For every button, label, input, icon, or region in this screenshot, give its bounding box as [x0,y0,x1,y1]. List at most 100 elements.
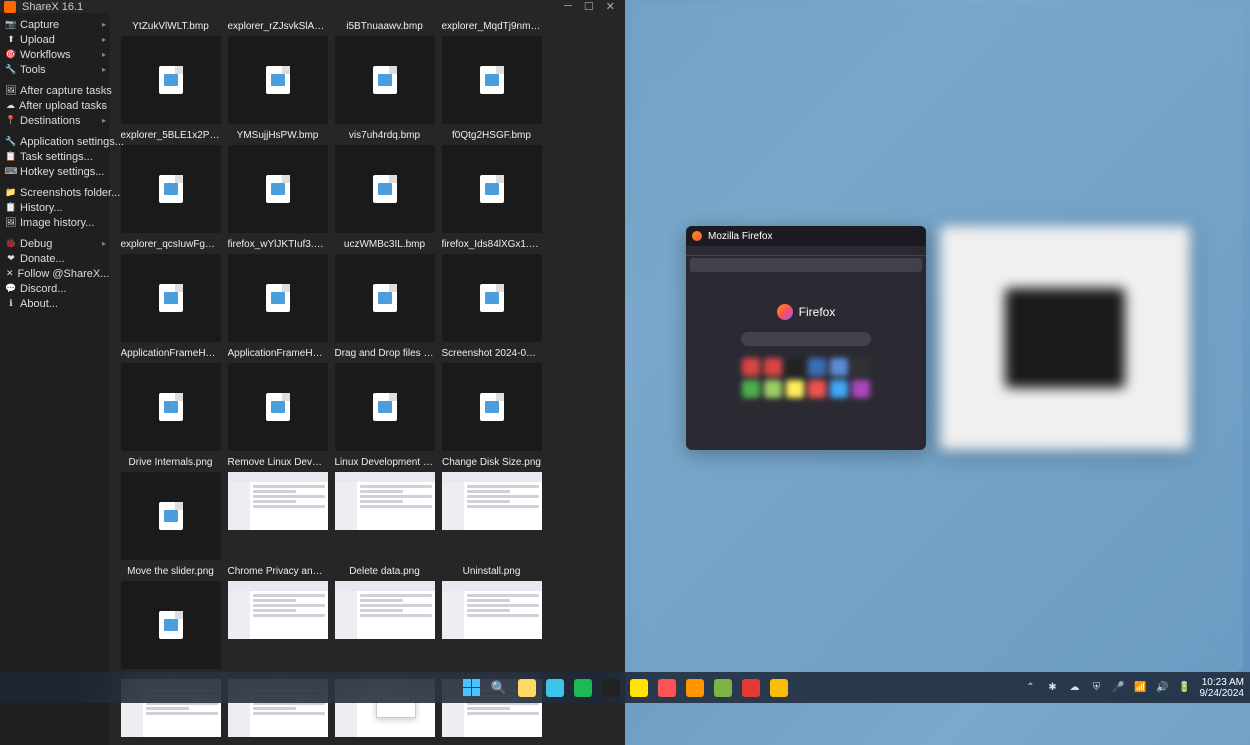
taskbar-app4-button[interactable] [712,677,734,699]
sidebar-label: After capture tasks [20,85,112,97]
file-icon [373,175,397,203]
thumbnail[interactable]: Delete data.png [332,566,437,669]
sidebar-settings-1[interactable]: 📋Task settings... [0,149,110,164]
sidebar-label: Screenshots folder... [20,187,120,199]
thumbnail[interactable]: Linux Development enviro... [332,457,437,560]
sidebar-settings-0[interactable]: 🔧Application settings... [0,134,110,149]
sidebar-icon: 📁 [6,188,16,198]
sidebar-tasks-0[interactable]: 🖼 After capture tasks▸ [0,83,110,98]
thumbnail[interactable]: vis7uh4rdq.bmp [332,130,437,233]
thumbnail-screenshot [442,581,542,639]
thumbnail[interactable]: ApplicationFrameHost_Gc... [118,348,223,451]
sidebar-label: Application settings... [20,136,124,148]
thumbnail[interactable]: explorer_qcsIuwFguR.bmp [118,239,223,342]
taskbar-app2-button[interactable] [628,677,650,699]
snap-option-firefox[interactable]: Mozilla Firefox Firefox [686,226,926,450]
thumbnail[interactable]: f0Qtg2HSGF.bmp [439,130,544,233]
thumbnail-screenshot [442,472,542,530]
thumbnail-image [442,36,542,124]
tray-volume-icon[interactable]: 🔊 [1156,681,1170,695]
taskbar-app1-button[interactable] [600,677,622,699]
taskbar-firefox-button[interactable] [684,677,706,699]
sidebar-history-1[interactable]: 📋History... [0,200,110,215]
thumbnail[interactable]: Chrome Privacy and Securi... [225,566,330,669]
thumbnail[interactable]: explorer_rZJsvkSlAn.bmp [225,21,330,124]
thumbnail[interactable]: explorer_MqdTj9nmCe.bmp [439,21,544,124]
tray-battery-icon[interactable]: 🔋 [1178,681,1192,695]
taskbar-spotify-button[interactable] [572,677,594,699]
taskbar-edge-button[interactable] [544,677,566,699]
file-icon [159,175,183,203]
taskbar-search-button[interactable]: 🔍 [488,677,510,699]
sidebar-misc-1[interactable]: ❤Donate... [0,251,110,266]
sidebar-main-0[interactable]: 📷Capture▸ [0,17,110,32]
taskbar-chrome-button[interactable] [768,677,790,699]
sidebar-misc-0[interactable]: 🐞Debug▸ [0,236,110,251]
taskbar-app3-button[interactable] [656,677,678,699]
sidebar-misc-2[interactable]: ✕Follow @ShareX... [0,266,110,281]
close-button[interactable]: ✕ [606,0,615,13]
tray-shield-icon[interactable]: ⛨ [1090,681,1104,695]
thumbnail[interactable]: uczWMBc3IL.bmp [332,239,437,342]
topsite-tile [742,358,760,376]
thumbnail[interactable]: ApplicationFrameHost_Kd... [225,348,330,451]
thumbnail[interactable]: Remove Linux Developme... [225,457,330,560]
sidebar-history-2[interactable]: 🖼Image history... [0,215,110,230]
tray-date: 9/24/2024 [1200,688,1245,699]
firefox-titlebar: Mozilla Firefox [686,226,926,246]
thumbnail[interactable]: Screenshot 2024-09-21 12... [439,348,544,451]
thumbnail[interactable]: YMSujjHsPW.bmp [225,130,330,233]
window-title: ShareX 16.1 [22,1,564,13]
thumbnail[interactable]: i5BTnuaawv.bmp [332,21,437,124]
file-icon [373,284,397,312]
sidebar-main-2[interactable]: 🎯Workflows▸ [0,47,110,62]
tray-clock[interactable]: 10:23 AM 9/24/2024 [1200,677,1245,699]
file-icon [480,393,504,421]
snap-option-other[interactable] [940,226,1190,450]
firefox-logo-text: Firefox [799,305,836,319]
sidebar-misc-4[interactable]: ℹAbout... [0,296,110,311]
sidebar-settings-2[interactable]: ⌨Hotkey settings... [0,164,110,179]
topsite-tile [830,380,848,398]
topsite-tile [764,380,782,398]
sidebar-misc-3[interactable]: 💬Discord... [0,281,110,296]
sidebar-label: After upload tasks [19,100,107,112]
sidebar-icon: 🖼 [6,86,16,96]
thumbnail[interactable]: explorer_5BLE1x2Phq.bmp [118,130,223,233]
tray-settings-icon[interactable]: ✱ [1046,681,1060,695]
tray-onedrive-icon[interactable]: ☁ [1068,681,1082,695]
taskbar-explorer-button[interactable] [516,677,538,699]
thumbnail[interactable]: Drive Internals.png [118,457,223,560]
topsite-tile [830,358,848,376]
sidebar-tasks-1[interactable]: ☁After upload tasks▸ [0,98,110,113]
sidebar-history-0[interactable]: 📁Screenshots folder... [0,185,110,200]
tray-wifi-icon[interactable]: 📶 [1134,681,1148,695]
sidebar-main-3[interactable]: 🔧Tools▸ [0,62,110,77]
sidebar-icon: 🔧 [6,65,16,75]
sidebar-tasks-2[interactable]: 📍Destinations▸ [0,113,110,128]
sharex-body: 📷Capture▸⬆Upload▸🎯Workflows▸🔧Tools▸🖼Afte… [0,13,625,745]
thumbnail[interactable]: Uninstall.png [439,566,544,669]
thumbnail-name: explorer_rZJsvkSlAn.bmp [228,21,328,32]
thumbnail[interactable]: firefox_Ids84lXGx1.bmp [439,239,544,342]
titlebar[interactable]: ShareX 16.1 ─ ☐ ✕ [0,0,625,13]
thumbnail[interactable]: firefox_wYlJKTIuf3.bmp [225,239,330,342]
chevron-right-icon: ▸ [102,86,106,95]
thumbnail[interactable]: Move the slider.png [118,566,223,669]
thumbnail-image [121,254,221,342]
sidebar-main-1[interactable]: ⬆Upload▸ [0,32,110,47]
maximize-button[interactable]: ☐ [584,0,594,13]
tray-chevron-up-icon[interactable]: ⌃ [1024,681,1038,695]
tray-mic-icon[interactable]: 🎤 [1112,681,1126,695]
sidebar-icon: ❤ [6,254,16,264]
file-icon [159,502,183,530]
firefox-search [741,332,871,346]
thumbnail[interactable]: Drag and Drop files to Goo... [332,348,437,451]
thumbnail-image [228,254,328,342]
minimize-button[interactable]: ─ [564,0,572,13]
taskbar-start-button[interactable] [460,677,482,699]
thumbnail[interactable]: YtZukVlWLT.bmp [118,21,223,124]
file-icon [266,175,290,203]
thumbnail[interactable]: Change Disk Size.png [439,457,544,560]
taskbar-app5-button[interactable] [740,677,762,699]
